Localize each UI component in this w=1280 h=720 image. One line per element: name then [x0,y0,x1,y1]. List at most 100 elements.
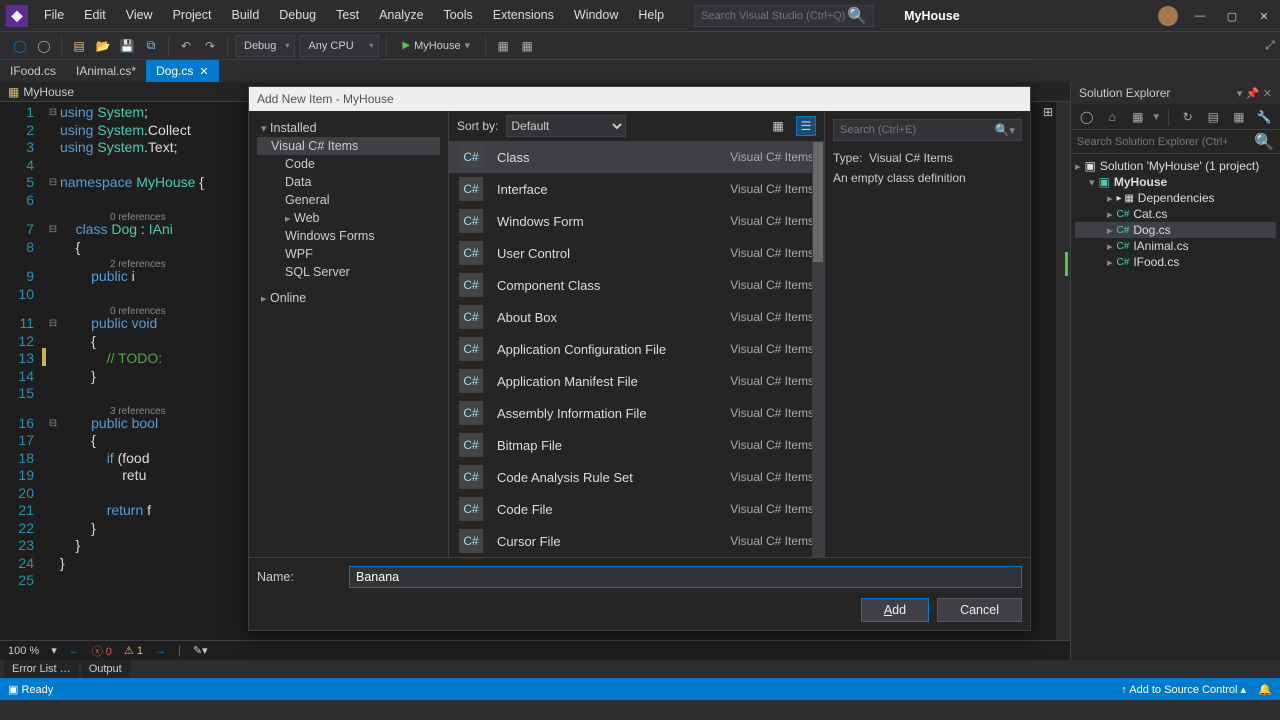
category-item[interactable]: General [257,191,440,209]
solution-item[interactable]: ▸C#Dog.cs [1075,222,1276,238]
menu-extensions[interactable]: Extensions [483,0,564,31]
solution-item[interactable]: ▸C#IAnimal.cs [1075,238,1276,254]
template-scrollbar[interactable] [812,141,824,557]
notifications-icon[interactable]: 🔔 [1258,684,1272,696]
start-debug-button[interactable]: ▶ MyHouse ▾ [394,35,478,57]
menu-file[interactable]: File [34,0,74,31]
template-item[interactable]: C#About BoxVisual C# Items [449,301,824,333]
sync-icon[interactable]: ▦ [1128,107,1148,127]
platform-dropdown[interactable]: Any CPU [299,35,379,57]
tree-expand-icon[interactable]: ▸ [1107,224,1113,237]
toolbar-misc-icon-1[interactable]: ▦ [493,36,513,56]
menu-edit[interactable]: Edit [74,0,116,31]
nav-back-icon[interactable]: ← [69,645,80,657]
lightbulb-icon[interactable]: ✎▾ [193,644,208,657]
dropdown-icon[interactable]: ▾ [1237,88,1243,100]
refresh-icon[interactable]: ↻ [1178,107,1198,127]
config-dropdown[interactable]: Debug [235,35,295,57]
nav-back-icon[interactable]: ◯ [10,36,30,56]
view-list[interactable]: ☰ [796,116,816,136]
close-panel-icon[interactable]: ✕ [1263,88,1272,100]
menu-test[interactable]: Test [326,0,369,31]
user-avatar-icon[interactable] [1158,6,1178,26]
undo-icon[interactable]: ↶ [176,36,196,56]
save-icon[interactable]: 💾 [117,36,137,56]
doctab-ianimalcs[interactable]: IAnimal.cs* [66,60,146,82]
category-item[interactable]: Data [257,173,440,191]
menu-view[interactable]: View [116,0,163,31]
menu-project[interactable]: Project [163,0,222,31]
template-search-input[interactable] [840,124,990,136]
menu-tools[interactable]: Tools [434,0,483,31]
bottom-tab-output[interactable]: Output [81,660,130,678]
fold-margin[interactable]: ⊟⊟⊟⊟⊟ [46,102,60,640]
project-node[interactable]: MyHouse [1114,175,1167,189]
category-item[interactable]: SQL Server [257,263,440,281]
template-categories[interactable]: ▾ Installed Visual C# ItemsCodeDataGener… [249,111,449,557]
solution-item[interactable]: ▸C#IFood.cs [1075,254,1276,270]
category-item[interactable]: Visual C# Items [257,137,440,155]
menu-help[interactable]: Help [628,0,674,31]
bottom-tab-errorlist[interactable]: Error List … [4,660,79,678]
solution-tree[interactable]: ▸▣Solution 'MyHouse' (1 project) ▾▣MyHou… [1071,154,1280,660]
quick-launch[interactable]: 🔍 [694,5,874,27]
template-item[interactable]: C#Assembly Information FileVisual C# Ite… [449,397,824,429]
template-item[interactable]: C#Application Manifest FileVisual C# Ite… [449,365,824,397]
home-icon[interactable]: ⌂ [1103,107,1123,127]
category-item[interactable]: ▸ Web [257,209,440,227]
zoom-level[interactable]: 100 % [8,645,39,657]
tree-expand-icon[interactable]: ▸ [1107,192,1113,205]
category-online[interactable]: ▸ Online [257,289,440,307]
menu-analyze[interactable]: Analyze [369,0,433,31]
category-installed[interactable]: ▾ Installed [257,119,440,137]
solution-explorer-search[interactable]: 🔍 [1071,130,1280,154]
template-list[interactable]: C#ClassVisual C# ItemsC#InterfaceVisual … [449,141,824,557]
close-tab-icon[interactable]: ✕ [199,65,208,78]
pin-icon[interactable]: 📌 [1246,88,1260,100]
nav-fwd-icon[interactable]: ◯ [34,36,54,56]
template-item[interactable]: C#Windows FormVisual C# Items [449,205,824,237]
source-control-button[interactable]: ↑ Add to Source Control ▴ [1121,684,1246,696]
doctab-dogcs[interactable]: Dog.cs✕ [146,60,219,82]
solution-node[interactable]: Solution 'MyHouse' (1 project) [1100,159,1259,173]
category-item[interactable]: Windows Forms [257,227,440,245]
category-item[interactable]: WPF [257,245,440,263]
solution-item[interactable]: ▸▸ ▦Dependencies [1075,190,1276,206]
properties-icon[interactable]: 🔧 [1255,107,1275,127]
doctab-ifoodcs[interactable]: IFood.cs [0,60,66,82]
template-search[interactable]: 🔍▾ [833,119,1022,141]
template-item[interactable]: C#Code FileVisual C# Items [449,493,824,525]
template-item[interactable]: C#Cursor FileVisual C# Items [449,525,824,557]
show-all-icon[interactable]: ▦ [1229,107,1249,127]
template-item[interactable]: C#User ControlVisual C# Items [449,237,824,269]
collapse-icon[interactable]: ▤ [1204,107,1224,127]
cancel-button[interactable]: Cancel [937,598,1022,622]
close-button[interactable]: ✕ [1254,6,1274,26]
save-all-icon[interactable]: ⧉ [141,36,161,56]
warning-count-icon[interactable]: ⚠ 1 [124,644,143,657]
template-item[interactable]: C#Code Analysis Rule SetVisual C# Items [449,461,824,493]
maximize-button[interactable]: ▢ [1222,6,1242,26]
template-item[interactable]: C#ClassVisual C# Items [449,141,824,173]
tree-expand-icon[interactable]: ▸ [1107,208,1113,221]
live-share-icon[interactable]: ⤢ [1260,36,1280,56]
split-vertical-icon[interactable]: ⊞ [1040,104,1056,120]
minimize-button[interactable]: — [1190,6,1210,26]
new-project-icon[interactable]: ▤ [69,36,89,56]
template-item[interactable]: C#Component ClassVisual C# Items [449,269,824,301]
solution-item[interactable]: ▸C#Cat.cs [1075,206,1276,222]
redo-icon[interactable]: ↷ [200,36,220,56]
back-icon[interactable]: ◯ [1077,107,1097,127]
item-name-input[interactable] [349,566,1022,588]
menu-build[interactable]: Build [221,0,269,31]
error-count-icon[interactable]: ⓧ 0 [92,643,112,659]
add-button[interactable]: Add [861,598,929,622]
tree-expand-icon[interactable]: ▸ [1107,256,1113,269]
view-large-icons[interactable]: ▦ [768,116,788,136]
quick-launch-input[interactable] [701,10,847,22]
scroll-map[interactable] [1056,102,1070,640]
menu-debug[interactable]: Debug [269,0,326,31]
template-item[interactable]: C#Application Configuration FileVisual C… [449,333,824,365]
open-icon[interactable]: 📂 [93,36,113,56]
toolbar-misc-icon-2[interactable]: ▦ [517,36,537,56]
